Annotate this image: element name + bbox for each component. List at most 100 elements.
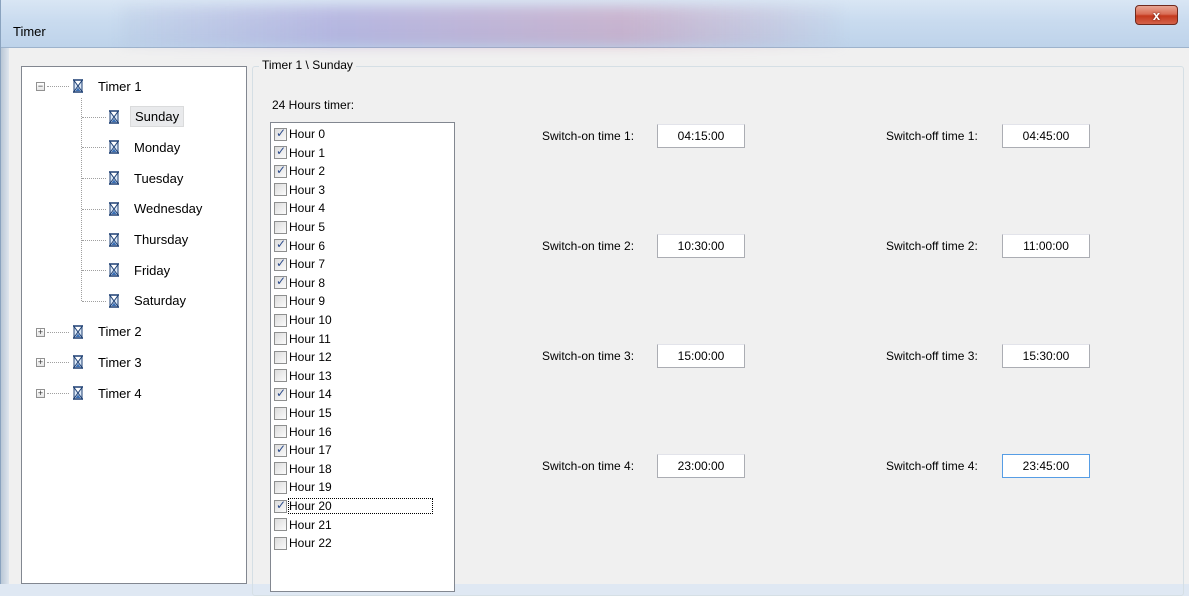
checkbox[interactable]: [274, 183, 287, 197]
hour-checkbox-18[interactable]: Hour 18: [274, 461, 332, 477]
switch-on-time-field-2[interactable]: 10:30:00: [657, 234, 745, 258]
hour-checkbox-6[interactable]: Hour 6: [274, 237, 325, 254]
tree-item-label: Tuesday: [134, 170, 184, 186]
tree-connector: [82, 147, 106, 149]
hour-checkbox-20[interactable]: Hour 20: [274, 498, 433, 514]
checkbox[interactable]: [274, 220, 287, 234]
hour-label: Hour 0: [289, 127, 326, 141]
tree-item-monday[interactable]: Monday: [108, 136, 184, 158]
expand-icon[interactable]: +: [36, 327, 45, 337]
hourglass-icon: [72, 385, 84, 401]
checkbox[interactable]: [274, 425, 287, 439]
tree-item-saturday[interactable]: Saturday: [108, 290, 190, 312]
checkbox[interactable]: [274, 442, 287, 457]
hour-checkbox-7[interactable]: Hour 7: [274, 256, 325, 272]
tree-item-timer-4[interactable]: Timer 4: [72, 382, 146, 404]
hour-label: Hour 7: [289, 257, 326, 272]
hour-checkbox-21[interactable]: Hour 21: [274, 517, 332, 533]
checkbox[interactable]: [274, 369, 287, 383]
switch-on-time-field-4[interactable]: 23:00:00: [657, 454, 745, 478]
expand-icon[interactable]: +: [36, 389, 45, 398]
tree-item-label: Timer 3: [98, 354, 142, 370]
window-border: [1, 48, 9, 584]
checkbox[interactable]: [274, 256, 287, 271]
timer-tree[interactable]: Timer 1 − Sunday Monday Tuesday Wednesday Thur…: [21, 66, 247, 584]
checkbox[interactable]: [274, 386, 287, 401]
hour-checkbox-5[interactable]: Hour 5: [274, 219, 325, 235]
checkbox[interactable]: [274, 536, 287, 550]
hour-checkbox-19[interactable]: Hour 19: [274, 479, 332, 495]
tree-item-timer-1[interactable]: Timer 1: [72, 75, 146, 97]
switch-off-time-field-4[interactable]: 23:45:00: [1002, 454, 1090, 478]
hour-checkbox-4[interactable]: Hour 4: [274, 200, 325, 216]
checkbox[interactable]: [274, 462, 287, 476]
hour-checkbox-14[interactable]: Hour 14: [274, 386, 332, 402]
checkbox[interactable]: [274, 294, 287, 308]
tree-item-wednesday[interactable]: Wednesday: [108, 198, 206, 220]
tree-connector: [82, 116, 106, 118]
switch-off-label-4: Switch-off time 4:: [886, 459, 978, 473]
checkbox[interactable]: [274, 274, 287, 290]
hour-checkbox-1[interactable]: Hour 1: [274, 144, 326, 161]
hour-label: Hour 22: [289, 536, 332, 551]
tree-item-timer-3[interactable]: Timer 3: [72, 351, 146, 373]
tree-connector: [82, 300, 106, 302]
checkbox[interactable]: [274, 144, 287, 160]
expand-icon[interactable]: +: [36, 358, 45, 368]
tree-item-friday[interactable]: Friday: [108, 259, 174, 281]
hour-checkbox-10[interactable]: Hour 10: [274, 312, 332, 328]
tree-item-tuesday[interactable]: Tuesday: [108, 167, 187, 189]
group-title: Timer 1 \ Sunday: [259, 58, 356, 72]
close-button[interactable]: x: [1135, 5, 1178, 25]
tree-item-sunday[interactable]: Sunday: [108, 106, 185, 128]
hour-label: Hour 3: [289, 182, 326, 197]
checkbox[interactable]: [274, 350, 287, 364]
checkbox[interactable]: [274, 163, 287, 178]
hour-checkbox-15[interactable]: Hour 15: [274, 405, 332, 421]
checkbox[interactable]: [274, 126, 287, 141]
hourglass-icon: [108, 293, 120, 308]
hour-label: Hour 16: [289, 424, 332, 439]
checkbox[interactable]: [274, 201, 287, 215]
hour-label: Hour 18: [289, 461, 332, 476]
hour-label: Hour 1: [289, 145, 326, 160]
tree-item-thursday[interactable]: Thursday: [108, 229, 192, 251]
checkbox[interactable]: [274, 480, 287, 494]
hour-checkbox-17[interactable]: Hour 17: [274, 442, 332, 458]
hour-label: Hour 8: [289, 275, 326, 290]
hour-label: Hour 20: [288, 498, 433, 514]
hour-checkbox-9[interactable]: Hour 9: [274, 293, 325, 309]
collapse-icon[interactable]: −: [36, 82, 45, 91]
hourglass-icon: [72, 355, 84, 370]
hour-checkbox-22[interactable]: Hour 22: [274, 535, 332, 551]
checkbox[interactable]: [274, 406, 287, 420]
checkbox[interactable]: [274, 313, 287, 327]
hour-checkbox-0[interactable]: Hour 0: [274, 126, 325, 142]
tree-connector: [82, 178, 106, 180]
hourglass-icon: [72, 324, 84, 339]
switch-off-time-field-2[interactable]: 11:00:00: [1002, 234, 1090, 258]
switch-off-time-field-3[interactable]: 15:30:00: [1002, 344, 1090, 368]
hours-checklist[interactable]: Hour 0 Hour 1 Hour 2 Hour 3 Hour 4 Hour 5 Hour…: [270, 122, 455, 592]
hour-checkbox-11[interactable]: Hour 11: [274, 331, 331, 347]
tree-item-label: Timer 2: [98, 324, 142, 340]
checkbox[interactable]: [274, 237, 287, 253]
switch-on-time-field-3[interactable]: 15:00:00: [657, 344, 745, 368]
hourglass-icon: [108, 263, 120, 278]
checkbox[interactable]: [274, 332, 287, 346]
hour-label: Hour 2: [289, 164, 326, 179]
hour-checkbox-3[interactable]: Hour 3: [274, 182, 325, 198]
checkbox[interactable]: [274, 498, 287, 513]
hour-checkbox-12[interactable]: Hour 12: [274, 349, 332, 365]
checkbox[interactable]: [274, 518, 287, 532]
switch-off-time-field-1[interactable]: 04:45:00: [1002, 124, 1090, 148]
hour-checkbox-2[interactable]: Hour 2: [274, 163, 325, 179]
tree-item-label: Saturday: [134, 293, 187, 309]
tree-connector: [47, 331, 69, 333]
hour-label: Hour 12: [289, 350, 332, 365]
hour-checkbox-13[interactable]: Hour 13: [274, 368, 332, 384]
hour-checkbox-16[interactable]: Hour 16: [274, 424, 332, 440]
tree-item-timer-2[interactable]: Timer 2: [72, 321, 146, 343]
hour-checkbox-8[interactable]: Hour 8: [274, 274, 326, 291]
switch-on-time-field-1[interactable]: 04:15:00: [657, 124, 745, 148]
